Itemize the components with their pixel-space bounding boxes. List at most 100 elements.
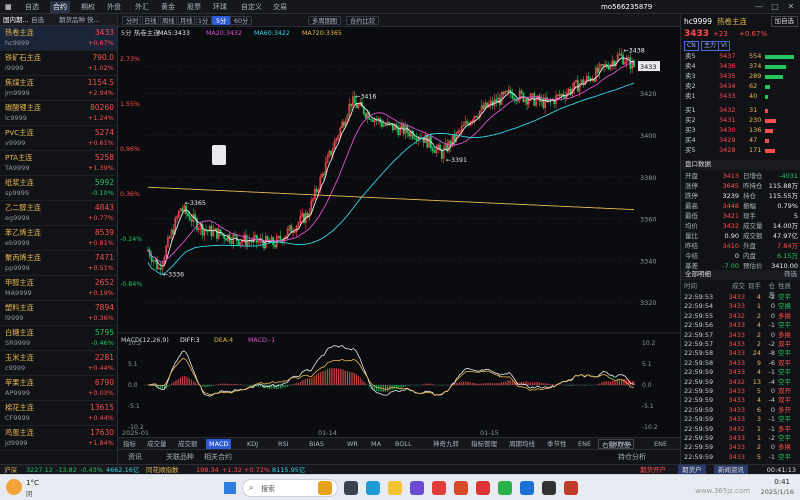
indicator-tab-6[interactable]: BIAS [306,439,327,449]
ticks-filter-button[interactable]: 筛选 [784,270,797,279]
macd-dea: DEA:4 [214,337,233,344]
app-icon-1[interactable] [410,481,424,495]
watchlist-tab-2[interactable]: 期货品种 [59,14,85,26]
period-button-4[interactable]: 1分 [194,16,213,25]
file-explorer-icon[interactable] [388,481,402,495]
top-nav-8[interactable]: 自定义 [238,1,265,13]
bid-level[interactable]: 买1 3432 31 [681,106,800,115]
watchlist-tab-1[interactable]: 自选 [31,14,44,26]
top-nav-6[interactable]: 股票 [184,1,204,13]
info-tab-0[interactable]: 资讯 [128,452,142,462]
top-nav-7[interactable]: 环球 [210,1,230,13]
indicator-tab-10[interactable]: 神奇九转 [430,439,462,449]
period-button-5[interactable]: 5分 [212,16,231,25]
indicator-tab-14[interactable]: ENE [575,439,594,449]
toolbar-extra-1[interactable]: 合约比较 [346,16,380,25]
tonghuashun-icon[interactable] [564,481,578,495]
tick-time: 22:59:58 [684,349,714,358]
watchlist-row[interactable]: 玉米主连 c9999 2281 +0.44% [0,351,117,376]
edge-icon[interactable] [366,481,380,495]
top-nav-2[interactable]: 期权 [78,1,98,13]
period-button-6[interactable]: 60分 [230,16,253,25]
watchlist-row[interactable]: PTA主连 TA9999 5258 +1.39% [0,151,117,176]
info-tab-2[interactable]: 相关合约 [204,452,232,462]
watchlist-row[interactable]: 焦煤主连 jm9999 1154.5 +2.94% [0,76,117,101]
indicator-tab-7[interactable]: WR [344,439,361,449]
indicator-tab-8[interactable]: MA [368,439,384,449]
indicator-tab-13[interactable]: 季节性 [544,439,570,449]
top-nav-0[interactable]: 自选 [22,1,42,13]
watchlist-row[interactable]: 铁矿石主连 i9999 790.0 +1.02% [0,51,117,76]
watchlist-row[interactable]: 苹果主连 AP9999 6790 +0.03% [0,376,117,401]
watchlist-tab-0[interactable]: 国内期... [3,14,29,26]
candle-body [622,55,625,65]
tick-nature: 双平 [778,340,791,348]
app-icon-2[interactable] [432,481,446,495]
indicator-tab-3[interactable]: MACD [206,439,232,449]
watchlist-row[interactable]: 鸡蛋主连 jd9999 17630 +1.84% [0,426,117,451]
ask-level[interactable]: 卖1 3433 40 [681,92,800,101]
info-tab-1[interactable]: 关联品种 [166,452,194,462]
indicator-tab-16[interactable]: ENE [651,439,670,449]
bid-level[interactable]: 买3 3430 136 [681,126,800,135]
watchlist-row[interactable]: 甲醇主连 MA9999 2652 +0.19% [0,276,117,301]
ask-level[interactable]: 卖3 3435 289 [681,72,800,81]
watchlist-row[interactable]: ru9999 [0,451,117,464]
add-watchlist-button[interactable]: 加自选 [770,16,798,27]
indicator-tab-0[interactable]: 指标 [120,439,139,449]
indicator-tab-11[interactable]: 指标管理 [468,439,500,449]
app-icon-5[interactable] [542,481,556,495]
price-chart[interactable]: 5分 热卷主连 MA5:3433 MA20:3432 MA60:3422 MA720:3… [118,27,680,437]
position-analysis-tab[interactable]: 持仓分析 [618,452,646,462]
candle-body [482,105,485,110]
ask-level[interactable]: 卖5 3437 554 [681,52,800,61]
indicator-tab-12[interactable]: 周期均线 [506,439,538,449]
windows-start-icon[interactable] [224,482,236,494]
watchlist-row[interactable]: PVC主连 v9999 5274 +0.61% [0,126,117,151]
watchlist-row[interactable]: 塑料主连 l9999 7894 +0.36% [0,301,117,326]
tick-oi-change: -4 [768,377,775,386]
watchlist-row[interactable]: 纸浆主连 sp9999 5992 -0.10% [0,176,117,201]
indicator-tab-1[interactable]: 成交量 [144,439,170,449]
tick-oi-change: 0 [770,387,775,395]
watchlist-tab-3[interactable]: 快... [87,14,100,26]
user-account[interactable]: mo566235879 [598,1,655,13]
bid-level[interactable]: 买5 3428 171 [681,146,800,155]
watchlist-row[interactable]: 聚丙烯主连 pp9999 7471 +0.51% [0,251,117,276]
watchlist-tabs: 国内期... 自选 期货品种 快... [0,14,117,26]
bid-level[interactable]: 买2 3431 230 [681,116,800,125]
right-click-hint-button[interactable]: 右键/双击 [598,439,635,449]
watchlist-row[interactable]: 棉花主连 CF9999 13615 +0.44% [0,401,117,426]
watchlist-row[interactable]: 热卷主连 hc9999 3433 +0.67% [0,26,117,51]
widget-icon[interactable] [318,481,332,495]
top-nav-1[interactable]: 合约 [50,1,70,13]
watchlist-row[interactable]: 白糖主连 SR9999 5795 -0.46% [0,326,117,351]
close-button[interactable]: ✕ [784,1,798,13]
indicator-tab-5[interactable]: RSI [275,439,292,449]
ask-level[interactable]: 卖4 3436 374 [681,62,800,71]
wps-icon[interactable] [454,481,468,495]
minimize-button[interactable]: — [752,1,766,13]
top-nav-3[interactable]: 外盘 [104,1,124,13]
chart-canvas[interactable]: 5分 热卷主连MA5:3433 MA20:3432 MA60:3422 MA720:3… [118,27,680,437]
ask-level[interactable]: 卖2 3434 62 [681,82,800,91]
indicator-tab-9[interactable]: BOLL [392,439,415,449]
candle-body [576,80,579,92]
top-nav-5[interactable]: 黄金 [158,1,178,13]
contract-change: +2.94% [87,89,114,97]
indicator-tab-4[interactable]: KDJ [244,439,261,449]
watchlist-row[interactable]: 碳酸锂主连 lc9999 80260 +1.24% [0,101,117,126]
wechat-icon[interactable] [498,481,512,495]
watchlist-row[interactable]: 苯乙烯主连 eb9999 8539 +0.81% [0,226,117,251]
bid-level[interactable]: 买4 3429 47 [681,136,800,145]
top-nav-9[interactable]: 交易 [270,1,290,13]
maximize-button[interactable]: □ [768,1,782,13]
app-icon-4[interactable] [520,481,534,495]
top-nav-4[interactable]: 外汇 [132,1,152,13]
toolbar-extra-0[interactable]: 多周期图 [308,16,342,25]
app-icon-3[interactable] [476,481,490,495]
task-view-icon[interactable] [344,481,358,495]
windows-taskbar: 1°C 阴 ⌕ 搜索 0:41 2025/1/16 www.365jz.com [0,474,800,500]
watchlist-row[interactable]: 乙二醇主连 eg9999 4843 +0.77% [0,201,117,226]
indicator-tab-2[interactable]: 成交额 [175,439,201,449]
